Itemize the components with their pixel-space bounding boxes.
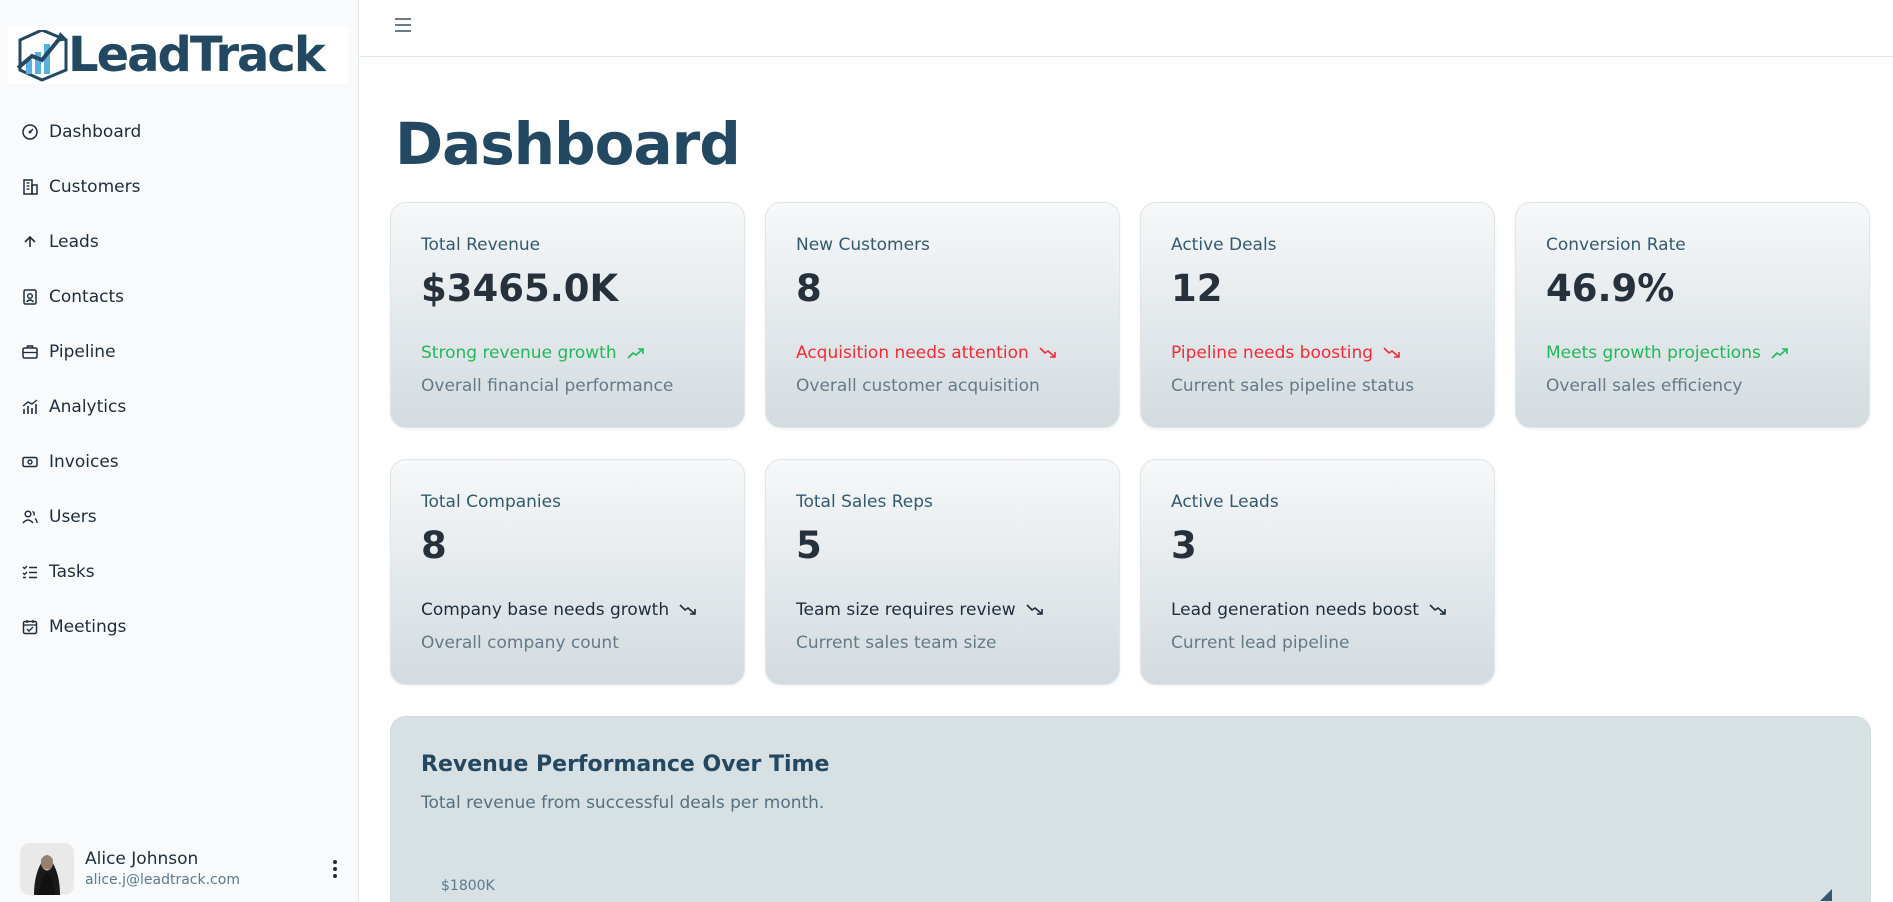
revenue-chart-panel: Revenue Performance Over Time Total reve… <box>390 716 1871 902</box>
card-trend-text: Company base needs growth <box>421 600 670 620</box>
user-email: alice.j@leadtrack.com <box>85 872 240 888</box>
chart-line-mark <box>1820 889 1832 901</box>
stat-card-new-customers: New Customers 8 Acquisition needs attent… <box>765 202 1120 428</box>
sidebar-item-leads[interactable]: Leads <box>0 214 358 269</box>
user-info: Alice Johnson alice.j@leadtrack.com <box>85 848 240 890</box>
trending-down-icon <box>1039 347 1057 359</box>
sidebar: LeadTrack Dashboard Customers Leads Cont… <box>0 0 359 902</box>
sidebar-item-label: Leads <box>49 231 99 252</box>
logo-text: LeadTrack <box>68 27 326 83</box>
chart-title: Revenue Performance Over Time <box>421 752 830 777</box>
sidebar-item-users[interactable]: Users <box>0 489 358 544</box>
card-title: Total Revenue <box>421 235 541 255</box>
card-trend-text: Acquisition needs attention <box>796 343 1029 363</box>
arrow-up-icon <box>21 233 39 251</box>
card-value: 46.9% <box>1546 267 1675 310</box>
card-description: Overall customer acquisition <box>796 376 1040 396</box>
card-title: Total Sales Reps <box>796 492 933 512</box>
sidebar-item-label: Analytics <box>49 396 127 417</box>
chart-subtitle: Total revenue from successful deals per … <box>421 793 825 813</box>
card-value: 3 <box>1171 524 1197 567</box>
calendar-check-icon <box>21 618 39 636</box>
sidebar-item-label: Meetings <box>49 616 127 637</box>
sidebar-item-label: Tasks <box>49 561 95 582</box>
card-value: 12 <box>1171 267 1223 310</box>
menu-toggle-icon[interactable] <box>395 18 413 36</box>
card-trend-text: Strong revenue growth <box>421 343 617 363</box>
card-description: Overall financial performance <box>421 376 674 396</box>
trending-down-icon <box>1026 604 1044 616</box>
sidebar-item-pipeline[interactable]: Pipeline <box>0 324 358 379</box>
sidebar-item-label: Contacts <box>49 286 124 307</box>
logo-chart-icon <box>16 30 68 82</box>
stat-card-conversion-rate: Conversion Rate 46.9% Meets growth proje… <box>1515 202 1870 428</box>
trending-up-icon <box>627 347 645 359</box>
card-trend: Team size requires review <box>796 600 1044 620</box>
sidebar-item-label: Invoices <box>49 451 119 472</box>
y-axis-tick-label: $1800K <box>441 878 495 894</box>
card-trend-text: Pipeline needs boosting <box>1171 343 1374 363</box>
card-title: Active Deals <box>1171 235 1277 255</box>
stat-card-total-companies: Total Companies 8 Company base needs gro… <box>390 459 745 685</box>
app: LeadTrack Dashboard Customers Leads Cont… <box>0 0 1893 902</box>
user-profile[interactable]: Alice Johnson alice.j@leadtrack.com <box>20 843 345 895</box>
trending-down-icon <box>1429 604 1447 616</box>
sidebar-item-invoices[interactable]: Invoices <box>0 434 358 489</box>
users-icon <box>21 508 39 526</box>
card-value: $3465.0K <box>421 267 619 310</box>
card-trend: Company base needs growth <box>421 600 697 620</box>
stat-card-total-sales-reps: Total Sales Reps 5 Team size requires re… <box>765 459 1120 685</box>
avatar <box>20 843 74 895</box>
checklist-icon <box>21 563 39 581</box>
trending-down-icon <box>1383 347 1401 359</box>
top-bar <box>359 0 1893 57</box>
app-logo[interactable]: LeadTrack <box>8 26 348 84</box>
sidebar-item-label: Users <box>49 506 97 527</box>
card-description: Overall company count <box>421 633 619 653</box>
sidebar-item-analytics[interactable]: Analytics <box>0 379 358 434</box>
page-title: Dashboard <box>395 110 741 178</box>
chart-icon <box>21 398 39 416</box>
card-description: Overall sales efficiency <box>1546 376 1743 396</box>
briefcase-icon <box>21 343 39 361</box>
more-options-icon[interactable] <box>325 857 345 881</box>
sidebar-item-customers[interactable]: Customers <box>0 159 358 214</box>
card-title: New Customers <box>796 235 930 255</box>
banknote-icon <box>21 453 39 471</box>
trending-down-icon <box>679 604 697 616</box>
user-name: Alice Johnson <box>85 849 199 869</box>
card-trend: Lead generation needs boost <box>1171 600 1447 620</box>
sidebar-item-meetings[interactable]: Meetings <box>0 599 358 654</box>
card-trend: Strong revenue growth <box>421 343 645 363</box>
card-description: Current lead pipeline <box>1171 633 1350 653</box>
stat-card-active-leads: Active Leads 3 Lead generation needs boo… <box>1140 459 1495 685</box>
building-icon <box>21 178 39 196</box>
card-value: 8 <box>421 524 447 567</box>
card-value: 5 <box>796 524 822 567</box>
gauge-icon <box>21 123 39 141</box>
card-title: Conversion Rate <box>1546 235 1686 255</box>
card-value: 8 <box>796 267 822 310</box>
contact-card-icon <box>21 288 39 306</box>
stat-card-active-deals: Active Deals 12 Pipeline needs boosting … <box>1140 202 1495 428</box>
sidebar-nav: Dashboard Customers Leads Contacts Pipel… <box>0 104 358 654</box>
trending-up-icon <box>1771 347 1789 359</box>
card-trend-text: Team size requires review <box>796 600 1016 620</box>
card-description: Current sales team size <box>796 633 997 653</box>
sidebar-item-label: Dashboard <box>49 121 142 142</box>
sidebar-item-tasks[interactable]: Tasks <box>0 544 358 599</box>
sidebar-item-label: Customers <box>49 176 141 197</box>
card-trend-text: Lead generation needs boost <box>1171 600 1419 620</box>
card-title: Active Leads <box>1171 492 1279 512</box>
card-trend: Pipeline needs boosting <box>1171 343 1401 363</box>
card-title: Total Companies <box>421 492 561 512</box>
stat-card-total-revenue: Total Revenue $3465.0K Strong revenue gr… <box>390 202 745 428</box>
card-description: Current sales pipeline status <box>1171 376 1415 396</box>
sidebar-item-contacts[interactable]: Contacts <box>0 269 358 324</box>
card-trend: Acquisition needs attention <box>796 343 1057 363</box>
sidebar-item-dashboard[interactable]: Dashboard <box>0 104 358 159</box>
card-trend-text: Meets growth projections <box>1546 343 1761 363</box>
card-trend: Meets growth projections <box>1546 343 1789 363</box>
sidebar-item-label: Pipeline <box>49 341 116 362</box>
